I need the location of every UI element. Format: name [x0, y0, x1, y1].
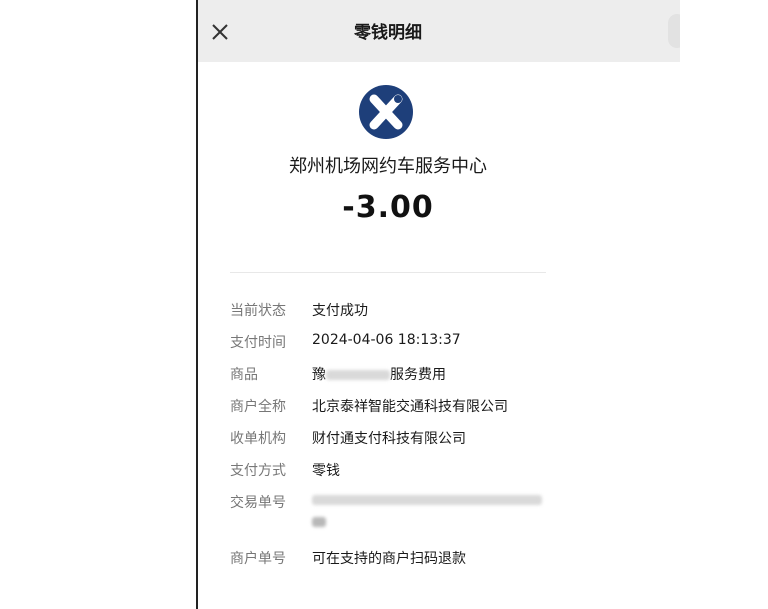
time-value: 2024-04-06 18:13:37	[312, 332, 461, 348]
merchant-no-label: 商户单号	[230, 551, 286, 567]
transaction-value[interactable]	[312, 492, 542, 508]
merchant-logo-icon	[358, 84, 414, 140]
page-title: 零钱明细	[354, 23, 422, 43]
goods-suffix: 服务费用	[390, 367, 446, 383]
nav-bar: 零钱明细	[198, 0, 680, 62]
merchant-full-label: 商户全称	[230, 399, 286, 415]
goods-label: 商品	[230, 367, 258, 383]
status-label: 当前状态	[230, 303, 286, 319]
acquirer-value: 财付通支付科技有限公司	[312, 431, 466, 447]
merchant-full-value: 北京泰祥智能交通科技有限公司	[312, 399, 508, 415]
transaction-label: 交易单号	[230, 495, 286, 511]
goods-prefix: 豫	[312, 367, 326, 383]
time-label: 支付时间	[230, 335, 286, 351]
capsule-edge	[668, 14, 680, 48]
method-label: 支付方式	[230, 463, 286, 479]
goods-value: 豫 服务费用	[312, 364, 446, 384]
merchant-name: 郑州机场网约车服务中心	[289, 156, 487, 177]
payment-detail-screen: 零钱明细 郑州机场网约车服务中心 -3.00 当前状态 支付成功 支付时间 20…	[196, 0, 680, 609]
payment-amount: -3.00	[342, 190, 434, 225]
merchant-no-value: 可在支持的商户扫码退款	[312, 551, 466, 567]
method-value: 零钱	[312, 463, 340, 479]
transaction-value-line2	[312, 514, 326, 530]
acquirer-label: 收单机构	[230, 431, 286, 447]
status-value: 支付成功	[312, 303, 368, 319]
divider	[230, 272, 546, 273]
redacted-plate	[326, 370, 390, 380]
redacted-transaction-tail	[312, 517, 326, 527]
redacted-transaction-no	[312, 495, 542, 505]
